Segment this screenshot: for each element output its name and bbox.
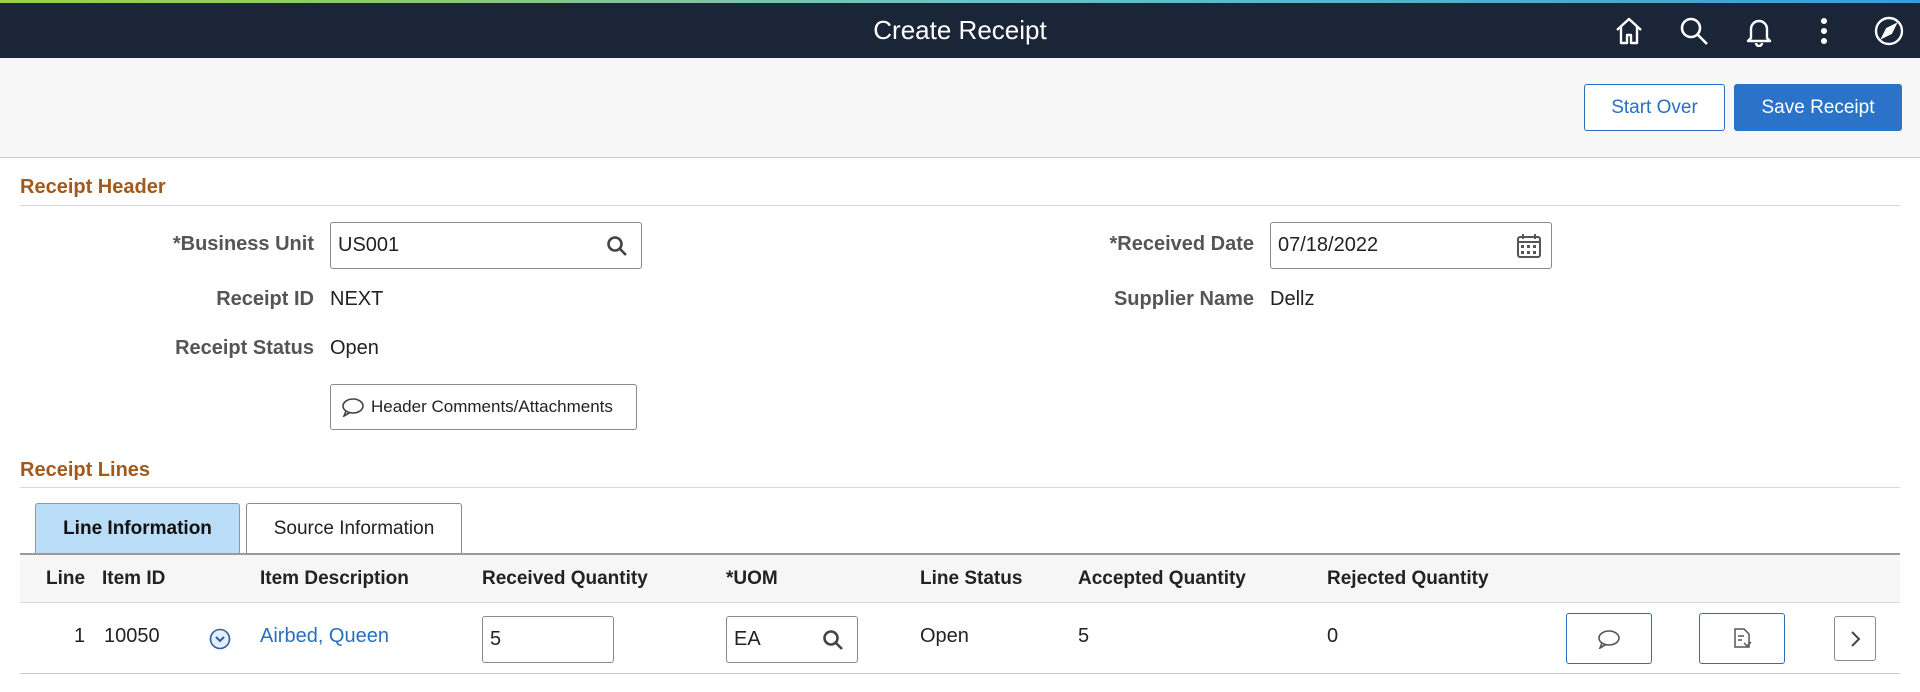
column-header-line-status: Line Status (920, 568, 1023, 589)
more-vertical-icon[interactable] (1805, 12, 1843, 50)
receipt-header-title: Receipt Header (20, 176, 166, 198)
save-receipt-button[interactable]: Save Receipt (1734, 84, 1902, 131)
start-over-button[interactable]: Start Over (1584, 84, 1725, 131)
section-divider (20, 487, 1900, 488)
tab-line-information[interactable]: Line Information (35, 503, 240, 553)
action-toolbar: Start Over Save Receipt (0, 58, 1920, 158)
received-date-value: 07/18/2022 (1278, 234, 1379, 256)
header-comments-attachments-button[interactable]: Header Comments/Attachments (330, 384, 637, 430)
line-details-button[interactable] (1699, 613, 1785, 664)
search-icon[interactable] (819, 626, 847, 654)
bell-icon[interactable] (1740, 12, 1778, 50)
comment-icon (1597, 629, 1621, 649)
header-comments-label: Header Comments/Attachments (371, 397, 613, 416)
search-icon[interactable] (603, 232, 631, 260)
document-detail-icon (1730, 627, 1754, 651)
rejected-quantity-value: 0 (1327, 625, 1339, 647)
receipt-id-value: NEXT (330, 288, 384, 310)
row-navigate-button[interactable] (1834, 616, 1876, 661)
receipt-status-value: Open (330, 337, 379, 359)
section-divider (20, 205, 1900, 206)
item-id: 10050 (104, 625, 160, 647)
business-unit-label: *Business Unit (172, 233, 314, 255)
accepted-quantity-value: 5 (1078, 625, 1090, 647)
table-row: 1 10050 Airbed, Queen 5 EA Open 5 0 (20, 603, 1900, 674)
uom-field[interactable]: EA (726, 616, 858, 663)
item-description-link[interactable]: Airbed, Queen (260, 625, 389, 648)
column-header-item-id: Item ID (102, 568, 166, 589)
search-icon[interactable] (1675, 12, 1713, 50)
column-header-rejected-quantity: Rejected Quantity (1327, 568, 1489, 589)
supplier-name-label: Supplier Name (1113, 288, 1254, 310)
received-quantity-input[interactable]: 5 (482, 616, 614, 663)
compass-icon[interactable] (1870, 12, 1908, 50)
supplier-name-value: Dellz (1270, 288, 1315, 310)
column-header-accepted-quantity: Accepted Quantity (1078, 568, 1246, 589)
banner: Create Receipt (0, 3, 1920, 58)
column-header-line: Line (46, 568, 86, 589)
tab-source-information[interactable]: Source Information (246, 503, 462, 553)
comment-icon (341, 397, 365, 417)
calendar-icon[interactable] (1515, 232, 1543, 260)
column-header-uom: *UOM (726, 568, 778, 589)
receipt-status-label: Receipt Status (175, 337, 314, 359)
received-date-field[interactable]: 07/18/2022 (1270, 222, 1552, 269)
received-quantity-value: 5 (490, 628, 502, 650)
line-status-value: Open (920, 625, 969, 647)
receipt-id-label: Receipt ID (216, 288, 314, 310)
home-icon[interactable] (1610, 12, 1648, 50)
receipt-lines-header: Line Item ID Item Description Received Q… (20, 555, 1900, 603)
column-header-received-quantity: Received Quantity (482, 568, 648, 589)
business-unit-field[interactable]: US001 (330, 222, 642, 269)
line-comments-button[interactable] (1566, 613, 1652, 664)
uom-value: EA (734, 628, 761, 650)
line-number: 1 (74, 625, 86, 647)
business-unit-value: US001 (338, 234, 400, 256)
expand-details-icon[interactable] (208, 627, 232, 651)
received-date-label: *Received Date (1109, 233, 1254, 255)
chevron-right-icon (1848, 630, 1862, 648)
column-header-item-description: Item Description (260, 568, 409, 589)
receipt-lines-title: Receipt Lines (20, 459, 151, 481)
